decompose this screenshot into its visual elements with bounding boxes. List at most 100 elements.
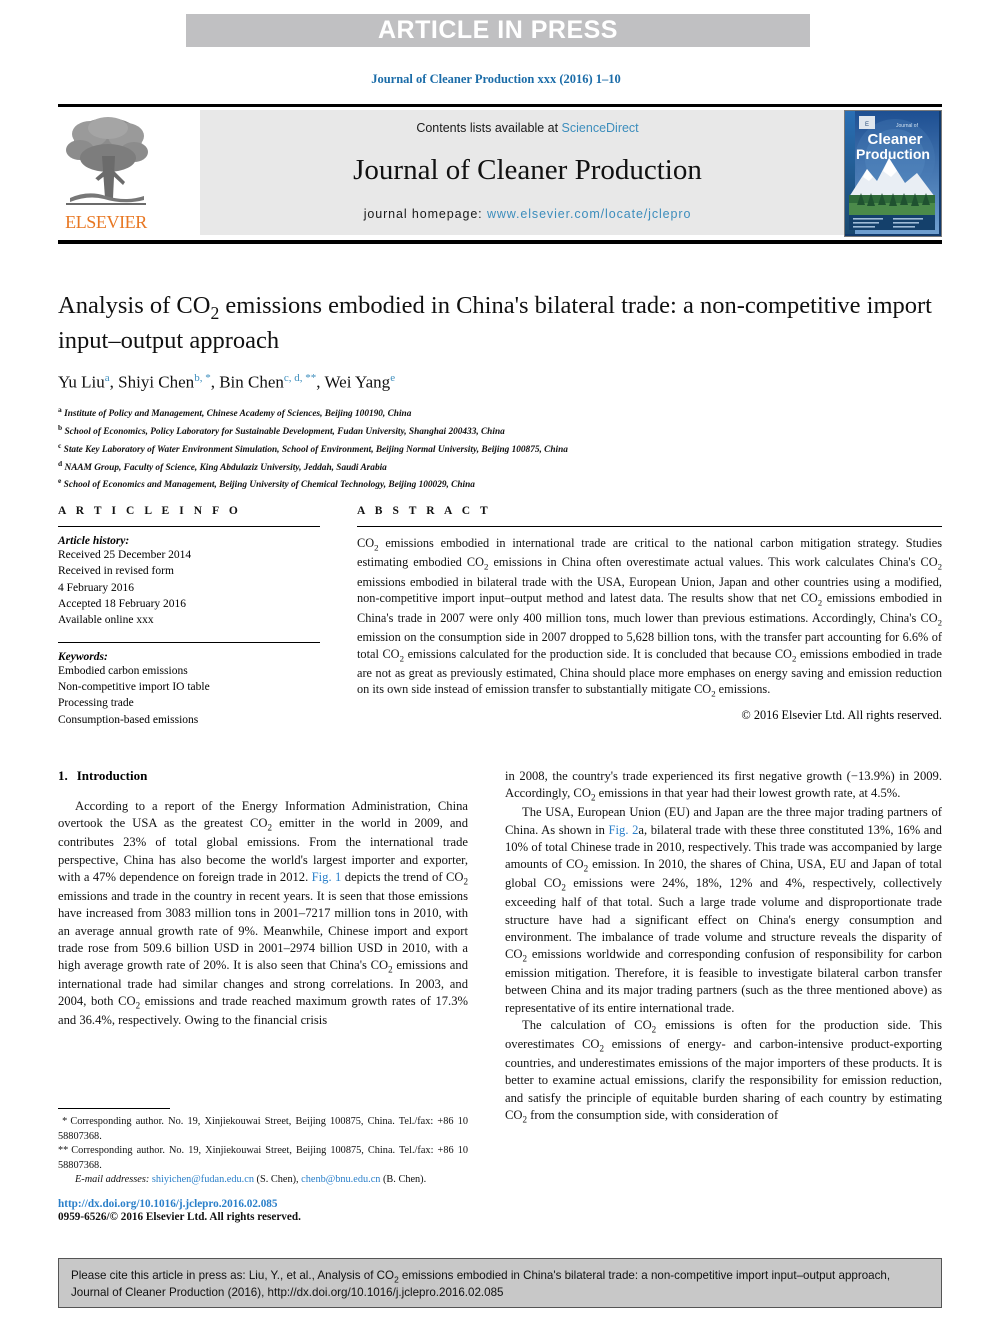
- author-name[interactable]: Yu Liu: [58, 372, 105, 391]
- title-subscript: 2: [210, 302, 220, 323]
- keyword-item: Non-competitive import IO table: [58, 680, 210, 693]
- issn-copyright-line: 0959-6526/© 2016 Elsevier Ltd. All right…: [58, 1211, 301, 1223]
- article-in-press-banner: ARTICLE IN PRESS: [186, 14, 810, 47]
- abstract-seg: emissions.: [715, 682, 771, 697]
- body-column-right: in 2008, the country's trade experienced…: [505, 768, 942, 1126]
- affiliation-mark: d: [58, 458, 63, 468]
- keyword-item: Processing trade: [58, 697, 134, 710]
- svg-text:Journal of: Journal of: [896, 123, 919, 129]
- section-heading-introduction: 1. Introduction: [58, 768, 468, 784]
- svg-text:E: E: [865, 122, 869, 128]
- footnote-block: * Corresponding author. No. 19, Xinjiekou…: [58, 1108, 468, 1188]
- text-seg: emissions in that year had their lowest …: [595, 786, 901, 801]
- affiliation-item: c State Key Laboratory of Water Environm…: [58, 440, 942, 458]
- contents-available-line: Contents lists available at ScienceDirec…: [200, 121, 855, 135]
- footnote-corresponding-author-2: ** Corresponding author. No. 19, Xinjieko…: [58, 1144, 468, 1173]
- footnote-emails: E-mail addresses: shiyichen@fudan.edu.cn…: [58, 1173, 468, 1188]
- footnote-mark: **: [58, 1145, 69, 1157]
- author-affiliation-mark: e: [390, 371, 396, 384]
- footnote-text: Corresponding author. No. 19, Xinjiekouw…: [58, 1145, 468, 1171]
- figure-reference-link[interactable]: Fig. 2: [609, 823, 639, 837]
- title-block: Analysis of CO2 emissions embodied in Ch…: [58, 290, 942, 493]
- paragraph: The USA, European Union (EU) and Japan a…: [505, 805, 942, 1015]
- body-column-left: 1. Introduction According to a report of …: [58, 768, 468, 1030]
- author-affiliation-mark: b, *: [194, 371, 211, 384]
- text-seg: depicts the trend of CO: [341, 869, 464, 884]
- affiliation-text: School of Economics and Management, Beij…: [63, 480, 475, 491]
- elsevier-logo[interactable]: ELSEVIER: [58, 110, 154, 235]
- affiliation-item: e School of Economics and Management, Be…: [58, 475, 942, 493]
- affiliation-mark: a: [58, 405, 62, 415]
- section-title: Introduction: [76, 768, 148, 783]
- article-history-item: 4 February 2016: [58, 581, 135, 594]
- contents-box: Contents lists available at ScienceDirec…: [200, 110, 855, 235]
- section-number: 1.: [58, 768, 68, 783]
- article-history-label: Article history:: [58, 535, 130, 547]
- keyword-item: Embodied carbon emissions: [58, 664, 188, 677]
- paragraph: According to a report of the Energy Info…: [58, 799, 468, 1028]
- affiliation-mark: b: [58, 423, 63, 433]
- abstract-block: A B S T R A C T CO2 emissions embodied i…: [357, 505, 942, 723]
- footnote-text: Corresponding author. No. 19, Xinjiekouw…: [58, 1116, 468, 1142]
- footnote-rule: [58, 1108, 170, 1109]
- author-name[interactable]: Shiyi Chen: [118, 372, 194, 391]
- affiliation-text: NAAM Group, Faculty of Science, King Abd…: [64, 462, 387, 473]
- affiliation-text: School of Economics, Policy Laboratory f…: [64, 427, 505, 438]
- email-owner: (B. Chen).: [383, 1174, 427, 1186]
- affiliation-text: Institute of Policy and Management, Chin…: [64, 409, 412, 420]
- text-seg: from the consumption side, with consider…: [527, 1107, 779, 1122]
- abstract-heading: A B S T R A C T: [357, 505, 492, 517]
- keyword-item: Consumption-based emissions: [58, 713, 199, 726]
- abstract-seg: CO: [357, 536, 375, 550]
- text-seg: emissions worldwide and corresponding co…: [505, 947, 942, 1015]
- author-name[interactable]: Bin Chen: [219, 372, 284, 391]
- email-owner: (S. Chen),: [256, 1174, 299, 1186]
- keywords-label: Keywords:: [58, 650, 108, 663]
- article-info-rule: [58, 526, 320, 527]
- journal-reference-line: Journal of Cleaner Production xxx (2016)…: [371, 72, 621, 86]
- affiliation-mark: e: [58, 476, 62, 486]
- abstract-text: CO2 emissions embodied in international …: [357, 536, 942, 699]
- abstract-seg: emissions in China often overestimate ac…: [488, 555, 938, 570]
- footnote-mark: *: [62, 1116, 68, 1127]
- keywords-rule: [58, 641, 320, 643]
- journal-homepage-line: journal homepage: www.elsevier.com/locat…: [200, 207, 855, 221]
- citation-prefix: Please cite this article in press as: Li…: [71, 1269, 395, 1282]
- text-seg: The calculation of CO: [522, 1018, 652, 1033]
- title-part-1: Analysis of CO: [58, 292, 211, 319]
- article-in-press-label: ARTICLE IN PRESS: [378, 16, 618, 44]
- abstract-seg: emissions calculated for the production …: [403, 646, 792, 661]
- journal-cover-thumbnail[interactable]: E Journal of Cleaner Production: [844, 110, 942, 237]
- paragraph: in 2008, the country's trade experienced…: [505, 769, 942, 803]
- footnote-corresponding-author-1: * Corresponding author. No. 19, Xinjiekou…: [58, 1115, 468, 1144]
- article-info-block: A R T I C L E I N F O Article history: R…: [58, 505, 320, 728]
- figure-reference-link[interactable]: Fig. 1: [312, 870, 342, 884]
- affiliation-list: a Institute of Policy and Management, Ch…: [58, 404, 942, 493]
- journal-homepage-link[interactable]: www.elsevier.com/locate/jclepro: [487, 207, 691, 221]
- author-list: Yu Liua, Shiyi Chenb, *, Bin Chenc, d, *…: [58, 371, 396, 392]
- page-title: Analysis of CO2 emissions embodied in Ch…: [58, 290, 942, 357]
- elsevier-tree-icon: [66, 117, 148, 205]
- author-name[interactable]: Wei Yang: [324, 372, 390, 391]
- svg-text:Production: Production: [856, 146, 930, 162]
- affiliation-text: State Key Laboratory of Water Environmen…: [63, 444, 568, 455]
- doi-link[interactable]: http://dx.doi.org/10.1016/j.jclepro.2016…: [58, 1198, 468, 1210]
- sciencedirect-link[interactable]: ScienceDirect: [562, 121, 639, 135]
- article-info-heading: A R T I C L E I N F O: [58, 505, 242, 517]
- doi-block: http://dx.doi.org/10.1016/j.jclepro.2016…: [58, 1198, 468, 1223]
- article-history-item: Accepted 18 February 2016: [58, 597, 187, 610]
- email-addresses-label: E-mail addresses:: [75, 1174, 150, 1186]
- email-link-chenb[interactable]: chenb@bnu.edu.cn: [301, 1174, 380, 1185]
- affiliation-mark: c: [58, 440, 62, 450]
- citation-text: Please cite this article in press as: Li…: [71, 1268, 929, 1302]
- journal-title: Journal of Cleaner Production: [353, 154, 702, 186]
- email-link-shiyichen[interactable]: shiyichen@fudan.edu.cn: [152, 1174, 254, 1185]
- article-history-item: Available online xxx: [58, 614, 154, 627]
- affiliation-item: a Institute of Policy and Management, Ch…: [58, 404, 942, 422]
- article-history-item: Received 25 December 2014: [58, 549, 192, 561]
- journal-masthead: ELSEVIER Contents lists available at Sci…: [58, 110, 942, 237]
- abstract-copyright: © 2016 Elsevier Ltd. All rights reserved…: [741, 707, 942, 722]
- homepage-prefix: journal homepage:: [363, 207, 487, 221]
- citation-box: Please cite this article in press as: Li…: [58, 1258, 942, 1308]
- masthead-top-rule: [58, 104, 942, 107]
